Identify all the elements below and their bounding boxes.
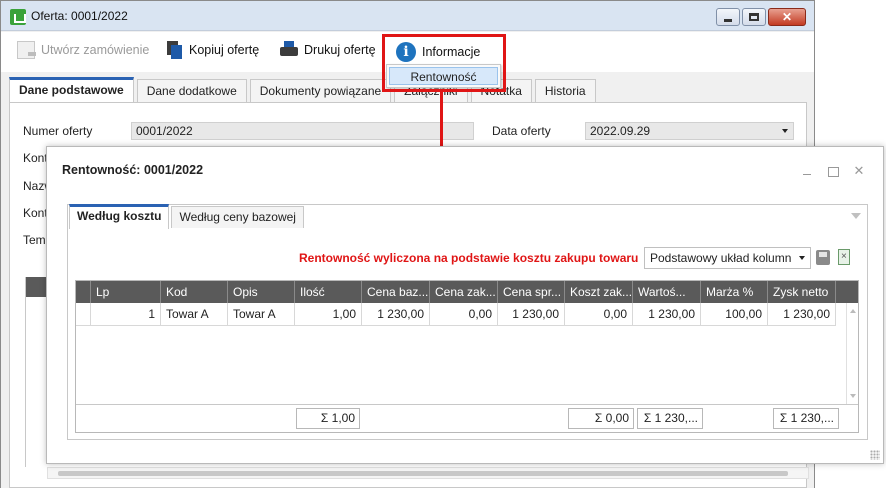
col-header-net-profit[interactable]: Zysk netto [768, 281, 836, 303]
profitability-grid: Lp Kod Opis Ilość Cena baz... Cena zak..… [75, 280, 859, 433]
dialog-controls: ✕ [801, 164, 865, 177]
col-header-lp[interactable]: Lp [91, 281, 161, 303]
title-bar: Oferta: 0001/2022 ✕ [1, 1, 814, 31]
printer-icon [280, 41, 298, 59]
profitability-info-text: Rentowność wyliczona na podstawie kosztu… [299, 251, 639, 265]
maximize-button[interactable] [742, 8, 766, 26]
grid-vertical-scrollbar[interactable] [846, 303, 858, 404]
window-controls: ✕ [716, 8, 806, 26]
background-grid-header [26, 277, 48, 297]
highlight-box [382, 34, 506, 92]
sum-purchase-cost: Σ 0,00 [568, 408, 634, 429]
cell-base-price: 1 230,00 [362, 303, 430, 326]
col-header-code[interactable]: Kod [161, 281, 228, 303]
row-indicator-header [76, 281, 91, 303]
offer-number-label: Numer oferty [23, 124, 93, 138]
cell-sale-price: 1 230,00 [498, 303, 565, 326]
grid-header: Lp Kod Opis Ilość Cena baz... Cena zak..… [76, 281, 858, 303]
column-layout-value: Podstawowy układ kolumn [650, 251, 792, 265]
offer-date-label: Data oferty [492, 124, 551, 138]
contact-label-partial: Kont [23, 206, 48, 220]
cell-value: 1 230,00 [633, 303, 701, 326]
dialog-close-icon[interactable]: ✕ [853, 164, 865, 177]
offer-app-icon [10, 9, 26, 25]
scroll-thumb[interactable] [58, 471, 788, 476]
background-items-grid [25, 277, 48, 467]
offer-number-field[interactable]: 0001/2022 [131, 122, 474, 140]
scroll-down-icon[interactable] [850, 394, 856, 398]
col-header-base-price[interactable]: Cena baz... [362, 281, 430, 303]
chevron-down-icon [782, 129, 788, 133]
scroll-up-icon[interactable] [850, 309, 856, 313]
cell-purchase-price: 0,00 [430, 303, 498, 326]
cell-net-profit: 1 230,00 [768, 303, 836, 326]
dialog-maximize-icon[interactable] [827, 165, 839, 177]
col-header-purchase-price[interactable]: Cena zak... [430, 281, 498, 303]
tabs-scroll-arrow-icon[interactable] [851, 213, 861, 219]
cell-purchase-cost: 0,00 [565, 303, 633, 326]
tab-additional-data[interactable]: Dane dodatkowe [136, 79, 247, 103]
tab-basic-data[interactable]: Dane podstawowe [9, 77, 134, 103]
cell-margin: 100,00 [701, 303, 768, 326]
copy-offer-label: Kopiuj ofertę [189, 43, 260, 57]
table-row[interactable]: 1 Towar A Towar A 1,00 1 230,00 0,00 1 2… [76, 303, 836, 326]
maximize-icon [749, 13, 759, 21]
create-order-icon [17, 41, 36, 59]
sum-value: Σ 1 230,... [637, 408, 703, 429]
chevron-down-icon [799, 256, 805, 260]
cell-description: Towar A [228, 303, 295, 326]
minimize-button[interactable] [716, 8, 740, 26]
print-offer-label: Drukuj ofertę [304, 43, 376, 57]
tab-by-cost[interactable]: Według kosztu [69, 204, 170, 229]
sum-net-profit: Σ 1 230,... [773, 408, 839, 429]
dialog-title: Rentowność: 0001/2022 [62, 163, 204, 177]
tab-related-documents[interactable]: Dokumenty powiązane [249, 79, 392, 103]
sum-quantity: Σ 1,00 [296, 408, 360, 429]
create-order-button[interactable]: Utwórz zamówienie [17, 41, 149, 59]
dialog-minimize-icon[interactable] [801, 165, 813, 177]
dialog-tabs: Według kosztu Według ceny bazowej [69, 204, 306, 229]
resize-grip-icon[interactable] [870, 450, 880, 460]
close-button[interactable]: ✕ [768, 8, 806, 26]
grid-summary-row: Σ 1,00 Σ 0,00 Σ 1 230,... Σ 1 230,... [76, 404, 858, 432]
col-header-margin[interactable]: Marża % [701, 281, 768, 303]
col-header-value[interactable]: Wartoś... [633, 281, 701, 303]
cell-code: Towar A [161, 303, 228, 326]
create-order-label: Utwórz zamówienie [41, 43, 150, 57]
tab-history[interactable]: Historia [534, 79, 596, 103]
offer-date-value: 2022.09.29 [590, 124, 651, 138]
profitability-dialog: Rentowność: 0001/2022 ✕ Według kosztu We… [46, 146, 884, 464]
save-layout-icon[interactable] [816, 250, 830, 265]
horizontal-scrollbar[interactable] [47, 467, 809, 479]
copy-icon [165, 41, 183, 59]
tab-by-base-price[interactable]: Według ceny bazowej [171, 206, 304, 228]
print-offer-button[interactable]: Drukuj ofertę [280, 41, 376, 59]
cell-lp: 1 [91, 303, 161, 326]
col-header-purchase-cost[interactable]: Koszt zak... [565, 281, 633, 303]
row-indicator[interactable] [76, 303, 91, 326]
close-icon: ✕ [781, 10, 793, 24]
col-header-description[interactable]: Opis [228, 281, 295, 303]
window-title: Oferta: 0001/2022 [31, 9, 128, 23]
col-header-quantity[interactable]: Ilość [295, 281, 362, 303]
contractor-label-partial: Kont [23, 151, 48, 165]
offer-date-field[interactable]: 2022.09.29 [585, 122, 794, 140]
delete-layout-icon[interactable] [838, 249, 850, 265]
minimize-icon [724, 18, 732, 22]
main-tabs: Dane podstawowe Dane dodatkowe Dokumenty… [9, 77, 599, 103]
copy-offer-button[interactable]: Kopiuj ofertę [165, 41, 259, 59]
cell-quantity: 1,00 [295, 303, 362, 326]
col-header-sale-price[interactable]: Cena spr... [498, 281, 565, 303]
column-layout-select[interactable]: Podstawowy układ kolumn [644, 247, 811, 269]
